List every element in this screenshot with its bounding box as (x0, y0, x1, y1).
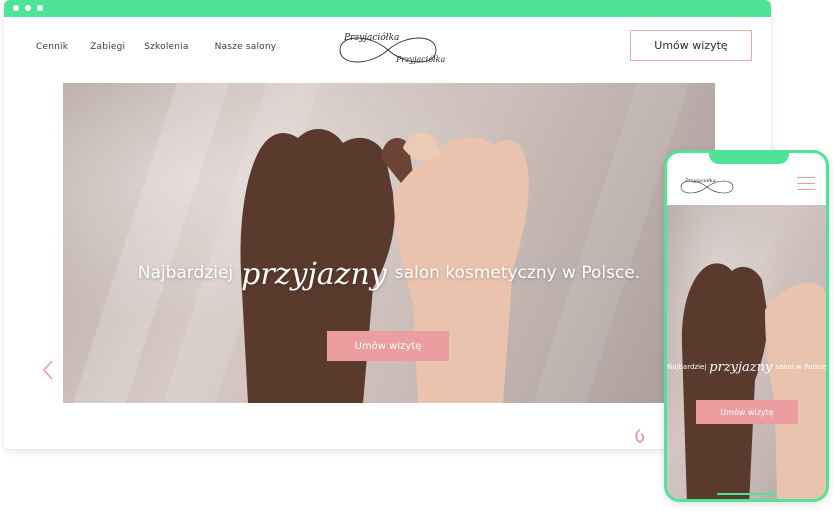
hero-image: Najbardziej przyjazny salon kosmetyczny w … (63, 83, 715, 403)
phone-notch (709, 153, 789, 164)
mobile-book-visit-button[interactable]: Umów wizytę (696, 400, 798, 424)
book-visit-button[interactable]: Umów wizytę (630, 30, 752, 61)
mobile-hands-illustration (681, 263, 826, 499)
site-header: Cennik Zabiegi Szkolenia Nasze salony Pr… (4, 17, 771, 83)
mobile-hero-headline: Najbardziej przyjazny salon w Polsce. (667, 360, 826, 375)
browser-title-bar (4, 0, 771, 17)
mobile-logo-text: Przyjaciółka (684, 177, 716, 184)
logo-text-1: Przyjaciółka (343, 32, 399, 43)
home-indicator (717, 493, 777, 495)
mobile-headline-after: salon w Polsce. (775, 363, 826, 371)
swirl-icon[interactable] (633, 428, 647, 444)
hamburger-icon[interactable] (797, 177, 815, 191)
mobile-phone-mockup: Przyjaciółka Najbardziej przyjazny salon w… (664, 150, 829, 502)
nav-item-szkolenia[interactable]: Szkolenia (144, 42, 188, 52)
logo[interactable]: Przyjaciółka Przyjaciółka (330, 22, 446, 72)
hero-headline-after: salon kosmetyczny w Polsce. (394, 263, 641, 283)
nav-item-nasze-salony[interactable]: Nasze salony (215, 42, 277, 52)
mobile-hero-image: Najbardziej przyjazny salon w Polsce. Umów… (667, 205, 826, 499)
hero-book-visit-button[interactable]: Umów wizytę (327, 331, 449, 361)
desktop-browser-mockup: Cennik Zabiegi Szkolenia Nasze salony Pr… (4, 0, 771, 449)
main-nav: Cennik Zabiegi Szkolenia Nasze salony (36, 42, 276, 52)
nav-item-zabiegi[interactable]: Zabiegi (90, 42, 125, 52)
mobile-logo[interactable]: Przyjaciółka (677, 171, 737, 201)
window-dot-icon (37, 5, 43, 11)
window-dot-icon (25, 5, 31, 11)
hero-headline-before: Najbardziej (137, 263, 234, 283)
mobile-headline-before: Najbardziej (667, 363, 707, 371)
chevron-left-icon[interactable] (42, 359, 54, 381)
nav-item-cennik[interactable]: Cennik (36, 42, 68, 52)
logo-text-2: Przyjaciółka (395, 55, 445, 64)
hero-headline: Najbardziej przyjazny salon kosmetyczny w … (63, 257, 715, 292)
hero-headline-script: przyjazny (241, 257, 387, 292)
mobile-headline-script: przyjazny (709, 360, 773, 375)
window-dot-icon (13, 5, 19, 11)
